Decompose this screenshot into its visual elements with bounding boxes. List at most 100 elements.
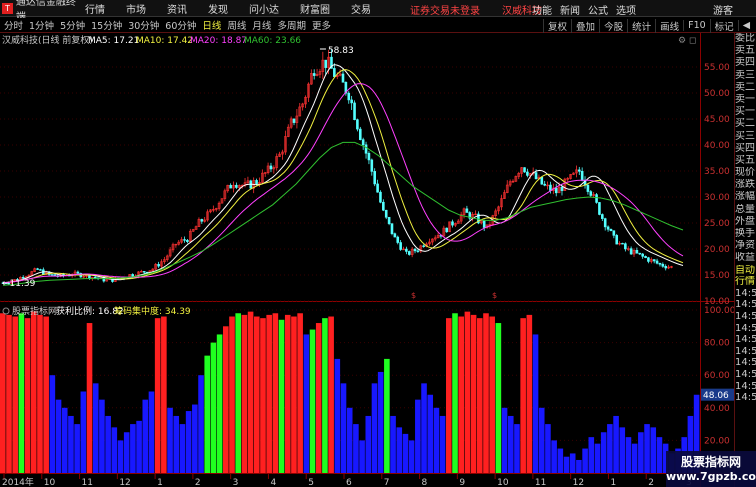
indicator-bar bbox=[607, 424, 613, 473]
menu-5[interactable]: 财富圈 bbox=[300, 1, 330, 16]
indicator-bar bbox=[24, 318, 31, 473]
period-tab-3[interactable]: 15分钟 bbox=[91, 18, 122, 32]
candle-body bbox=[534, 172, 538, 180]
indicator-bar bbox=[92, 383, 99, 473]
candle-body bbox=[580, 171, 584, 181]
candle-body bbox=[664, 266, 668, 269]
tool-button-1[interactable]: 叠加 bbox=[571, 18, 599, 33]
period-tab-1[interactable]: 1分钟 bbox=[29, 18, 54, 32]
indicator-bar bbox=[272, 313, 279, 473]
x-axis-label: 9 bbox=[459, 478, 465, 487]
candle-body bbox=[407, 251, 411, 255]
candle-body bbox=[76, 271, 80, 274]
candle-body bbox=[661, 263, 665, 267]
chart-area[interactable]: 55.00 50.00 45.00 40.00 35.00 30.00 25.00 20.00… bbox=[0, 33, 736, 487]
candle-body bbox=[523, 167, 526, 173]
menu-3[interactable]: 发现 bbox=[208, 1, 228, 16]
indicator-bar bbox=[390, 415, 396, 473]
period-tab-8[interactable]: 月线 bbox=[252, 18, 271, 32]
tool-button-6[interactable]: 标记 bbox=[709, 18, 738, 33]
kline-chart[interactable]: 55.00 50.00 45.00 40.00 35.00 30.00 25.00 20.00… bbox=[0, 33, 736, 487]
period-tab-0[interactable]: 分时 bbox=[4, 18, 23, 32]
indicator-bar bbox=[266, 314, 272, 473]
indicator-name: 股票指标网 bbox=[12, 305, 57, 317]
candle-body bbox=[560, 186, 564, 191]
x-axis-label: 6 bbox=[346, 478, 352, 487]
candle-body bbox=[356, 119, 359, 130]
candle-body bbox=[370, 159, 374, 172]
indicator-bar bbox=[495, 323, 502, 473]
indicator-bar bbox=[569, 453, 576, 473]
candle-body bbox=[638, 252, 642, 255]
candle-body bbox=[384, 209, 388, 218]
candle-body bbox=[53, 274, 57, 277]
quote-field-8: 买三 bbox=[735, 130, 755, 142]
indicator-bar bbox=[247, 311, 254, 473]
login-warning[interactable]: 证券交易未登录 bbox=[410, 2, 480, 17]
indicator-bar bbox=[538, 407, 545, 473]
tool-button-7[interactable]: ◀ bbox=[737, 20, 754, 31]
indicator-bar bbox=[6, 314, 12, 473]
quote-field-6: 买一 bbox=[735, 106, 755, 118]
tool-button-0[interactable]: 复权 bbox=[543, 18, 571, 33]
tick-item-6: 14:50 bbox=[735, 334, 756, 346]
x-axis-label: 10 bbox=[497, 478, 509, 487]
indicator-bar bbox=[439, 415, 446, 473]
right-menu-0[interactable]: 功能 bbox=[532, 2, 552, 17]
indicator-bar bbox=[656, 437, 663, 473]
indicator-bar bbox=[303, 334, 310, 473]
tool-button-2[interactable]: 今股 bbox=[599, 18, 627, 33]
indicator-bar bbox=[216, 334, 223, 473]
right-menu-1[interactable]: 新闻 bbox=[560, 2, 580, 17]
user-guest[interactable]: 游客 bbox=[713, 2, 733, 17]
period-tab-9[interactable]: 多周期 bbox=[277, 18, 306, 32]
indicator-bar bbox=[563, 456, 570, 473]
candle-body bbox=[615, 235, 619, 245]
main-y-tick: 25.00 bbox=[704, 219, 730, 229]
indicator-bar bbox=[99, 399, 105, 473]
indicator-collapse-icon[interactable] bbox=[2, 307, 10, 315]
indicator-bar bbox=[142, 399, 149, 473]
candle-body bbox=[624, 243, 627, 250]
candle-body bbox=[603, 218, 607, 228]
main-y-tick: 30.00 bbox=[704, 193, 730, 203]
tool-button-3[interactable]: 统计 bbox=[627, 18, 655, 33]
indicator-bar bbox=[384, 358, 390, 473]
tool-button-5[interactable]: F10 bbox=[683, 20, 710, 31]
right-menu-2[interactable]: 公式 bbox=[588, 2, 608, 17]
stock-title: 汉威科技(日线 前复权) bbox=[2, 34, 93, 46]
menu-6[interactable]: 交易 bbox=[351, 1, 371, 16]
candle-body bbox=[131, 274, 134, 277]
period-tab-2[interactable]: 5分钟 bbox=[60, 18, 85, 32]
quote-field-14: 总量 bbox=[735, 203, 755, 215]
indicator-bar bbox=[644, 424, 650, 473]
period-tab-5[interactable]: 60分钟 bbox=[165, 18, 196, 32]
candle-body bbox=[312, 73, 316, 76]
quote-field-16: 换手 bbox=[735, 228, 755, 239]
menu-2[interactable]: 资讯 bbox=[167, 1, 187, 16]
period-tab-6[interactable]: 日线 bbox=[202, 18, 221, 32]
x-axis-label: 5 bbox=[308, 478, 314, 487]
menu-0[interactable]: 行情 bbox=[85, 1, 105, 16]
low-price-label: ←11.39 bbox=[2, 279, 36, 289]
main-y-tick: 20.00 bbox=[704, 245, 730, 255]
indicator-bar bbox=[309, 329, 316, 473]
period-tab-4[interactable]: 30分钟 bbox=[128, 18, 159, 32]
period-tab-10[interactable]: 更多 bbox=[312, 18, 331, 32]
quote-field-5: 卖一 bbox=[735, 93, 755, 105]
x-axis-label: 12 bbox=[119, 478, 130, 487]
indicator-y-tick: 80.00 bbox=[704, 339, 730, 349]
menu-1[interactable]: 市场 bbox=[126, 1, 146, 16]
period-tab-7[interactable]: 周线 bbox=[227, 18, 246, 32]
indicator-bar bbox=[123, 432, 130, 473]
indicator-bar bbox=[136, 420, 142, 473]
indicator-bar bbox=[514, 424, 520, 473]
settings-icon[interactable]: ⚙ ◻ bbox=[678, 36, 696, 46]
right-menu-3[interactable]: 选项 bbox=[616, 2, 636, 17]
candle-body bbox=[451, 221, 454, 226]
menu-4[interactable]: 问小达 bbox=[249, 1, 279, 16]
tool-button-4[interactable]: 画线 bbox=[655, 18, 683, 33]
watermark: 股票指标网 www.7gpzb.com bbox=[666, 451, 756, 487]
candle-body bbox=[598, 202, 601, 215]
indicator-bar bbox=[198, 375, 204, 473]
